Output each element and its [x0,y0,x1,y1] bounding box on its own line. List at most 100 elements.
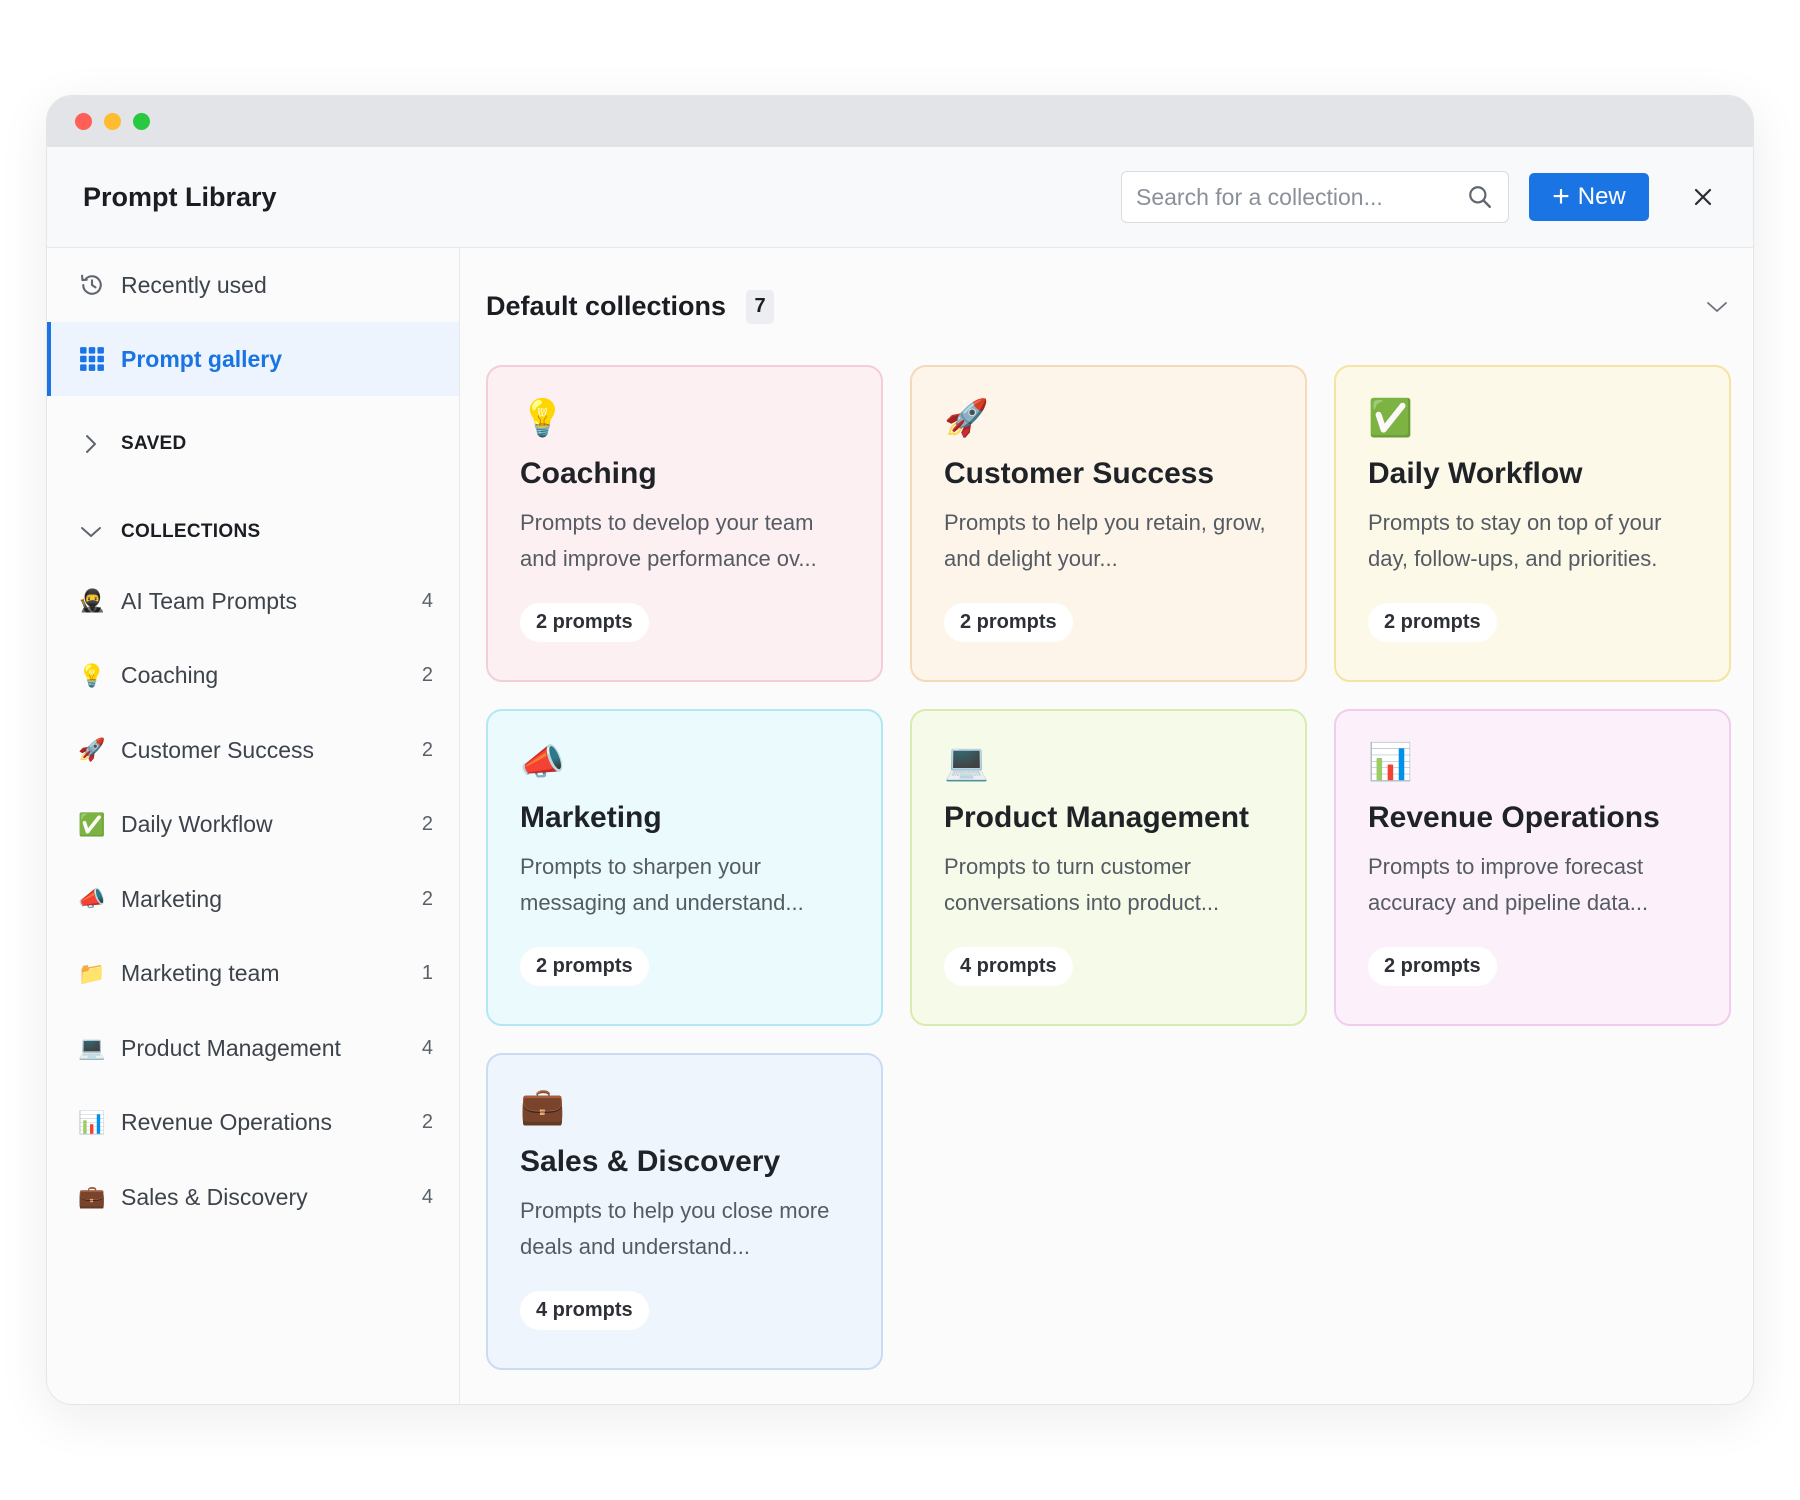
section-label: COLLECTIONS [121,521,261,542]
chevron-down-icon[interactable] [1703,293,1731,321]
collections-list: 🥷 AI Team Prompts 4 💡 Coaching 2 🚀 Customer S… [47,564,459,1235]
collection-label: Sales & Discovery [121,1183,308,1210]
lightbulb-icon: 💡 [78,662,106,688]
rocket-icon: 🚀 [944,397,989,438]
grid-icon [77,344,107,374]
card-description: Prompts to develop your team and improve… [520,510,817,571]
card-description: Prompts to help you retain, grow, and de… [944,510,1266,571]
history-icon [77,270,107,300]
ninja-icon: 🥷 [78,588,106,614]
collection-count: 2 [421,887,433,910]
minimize-window-button[interactable] [104,113,121,130]
content-area: Recently used Prompt gallery SAVED COLLE… [47,248,1753,1404]
sidebar-item-label: Recently used [121,271,267,298]
chevron-down-icon [79,520,103,544]
collection-count: 2 [421,1111,433,1134]
prompt-count-badge: 4 prompts [520,1291,649,1330]
collection-count: 2 [421,813,433,836]
card-title: Product Management [944,801,1250,834]
new-button[interactable]: + New [1529,173,1649,221]
collection-label: Customer Success [121,736,315,763]
prompt-count-badge: 2 prompts [520,603,649,642]
card-description: Prompts to help you close more deals and… [520,1198,830,1259]
lightbulb-icon: 💡 [520,397,565,438]
collection-card[interactable]: 📣 Marketing Prompts to sharpen your mess… [486,709,883,1026]
page-title: Prompt Library [83,181,277,212]
megaphone-icon: 📣 [78,886,106,912]
sidebar-collection-item[interactable]: 📁 Marketing team 1 [47,937,459,1012]
collection-card[interactable]: 📊 Revenue Operations Prompts to improve … [1334,709,1731,1026]
sidebar-collection-item[interactable]: ✅ Daily Workflow 2 [47,788,459,863]
collection-count: 4 [421,1036,433,1059]
collection-card[interactable]: 💻 Product Management Prompts to turn cus… [910,709,1307,1026]
card-description: Prompts to sharpen your messaging and un… [520,854,804,915]
collection-label: Marketing team [121,960,280,987]
checkmark-icon: ✅ [78,811,106,837]
chevron-right-icon [79,432,103,456]
collection-card[interactable]: 🚀 Customer Success Prompts to help you r… [910,365,1307,682]
laptop-icon: 💻 [78,1035,106,1061]
collection-label: Product Management [121,1034,341,1061]
sidebar-collection-item[interactable]: 📊 Revenue Operations 2 [47,1086,459,1161]
sidebar-item-prompt-gallery[interactable]: Prompt gallery [47,322,459,396]
collection-count: 2 [421,664,433,687]
card-title: Customer Success [944,457,1215,490]
count-badge: 7 [746,289,775,324]
new-button-label: New [1577,183,1626,210]
sidebar-collection-item[interactable]: 🚀 Customer Success 2 [47,713,459,788]
briefcase-icon: 💼 [520,1085,565,1126]
collections-grid: 💡 Coaching Prompts to develop your team … [486,365,1731,1370]
collection-card[interactable]: ✅ Daily Workflow Prompts to stay on top … [1334,365,1731,682]
section-label: SAVED [121,433,187,454]
section-header: Default collections 7 [486,248,1731,365]
collection-count: 1 [421,962,433,985]
prompt-count-badge: 2 prompts [944,603,1073,642]
prompt-count-badge: 2 prompts [1368,603,1497,642]
card-description: Prompts to improve forecast accuracy and… [1368,854,1649,915]
sidebar-item-recently-used[interactable]: Recently used [47,248,459,322]
close-window-button[interactable] [75,113,92,130]
main-panel: Default collections 7 💡 Coaching Prompts… [460,248,1753,1404]
prompt-count-badge: 2 prompts [520,947,649,986]
card-description: Prompts to stay on top of your day, foll… [1368,510,1662,571]
header: Prompt Library + New [47,147,1753,248]
saved-section-toggle[interactable]: SAVED [47,412,459,476]
maximize-window-button[interactable] [133,113,150,130]
sidebar-collection-item[interactable]: 💼 Sales & Discovery 4 [47,1160,459,1235]
collection-count: 2 [421,738,433,761]
sidebar-collection-item[interactable]: 🥷 AI Team Prompts 4 [47,564,459,639]
app-window: Prompt Library + New Recently used [46,95,1754,1405]
card-title: Coaching [520,457,657,490]
collection-card[interactable]: 💡 Coaching Prompts to develop your team … [486,365,883,682]
card-title: Daily Workflow [1368,457,1583,490]
prompt-count-badge: 2 prompts [1368,947,1497,986]
bar-chart-icon: 📊 [1368,741,1413,782]
checkmark-icon: ✅ [1368,397,1413,438]
sidebar-collection-item[interactable]: 💻 Product Management 4 [47,1011,459,1086]
megaphone-icon: 📣 [520,741,565,782]
briefcase-icon: 💼 [78,1184,106,1210]
search-box[interactable] [1121,171,1509,223]
card-title: Marketing [520,801,662,834]
folder-icon: 📁 [78,960,106,986]
title-bar [47,96,1753,147]
collection-label: Coaching [121,662,219,689]
prompt-count-badge: 4 prompts [944,947,1073,986]
collection-card[interactable]: 💼 Sales & Discovery Prompts to help you … [486,1053,883,1370]
search-icon[interactable] [1466,183,1494,211]
collection-count: 4 [421,589,433,612]
collections-section-toggle[interactable]: COLLECTIONS [47,500,459,564]
sidebar-item-label: Prompt gallery [121,345,283,372]
card-title: Sales & Discovery [520,1145,781,1178]
section-title: Default collections [486,291,727,321]
close-icon[interactable] [1689,183,1717,211]
bar-chart-icon: 📊 [78,1109,106,1135]
collection-count: 4 [421,1185,433,1208]
sidebar-collection-item[interactable]: 💡 Coaching 2 [47,639,459,714]
collection-label: Daily Workflow [121,811,273,838]
sidebar-collection-item[interactable]: 📣 Marketing 2 [47,862,459,937]
card-description: Prompts to turn customer conversations i… [944,854,1220,915]
plus-icon: + [1552,180,1570,213]
sidebar: Recently used Prompt gallery SAVED COLLE… [47,248,460,1404]
search-input[interactable] [1136,183,1466,211]
